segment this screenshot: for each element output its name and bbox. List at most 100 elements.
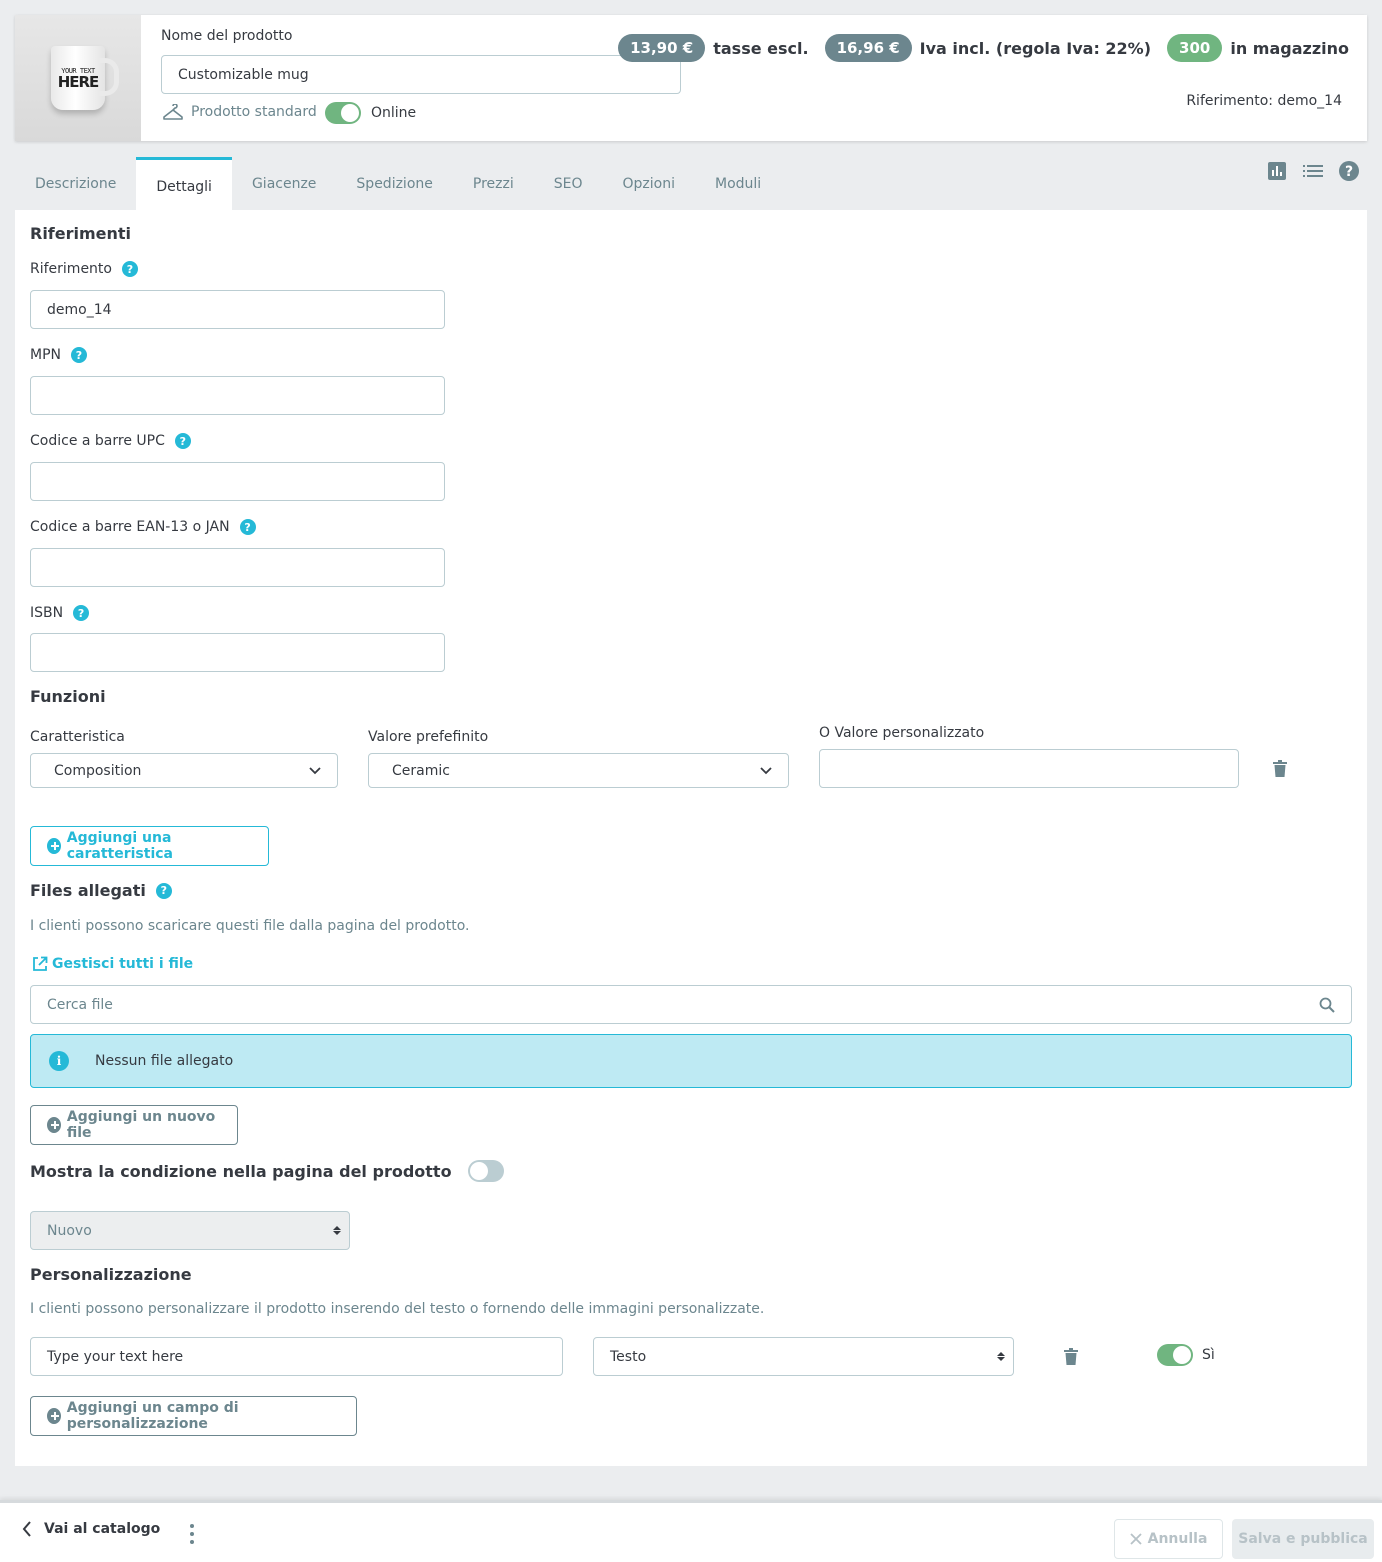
custom-value-input[interactable] — [819, 749, 1239, 788]
mpn-label: MPN — [30, 347, 61, 363]
add-file-label: Aggiungi un nuovo file — [66, 1109, 216, 1141]
upc-input[interactable] — [30, 462, 445, 501]
mpn-input[interactable] — [30, 376, 445, 415]
footer-bar: Vai al catalogo Annulla Salva e pubblica — [0, 1500, 1382, 1562]
help-icon[interactable]: ? — [155, 882, 172, 899]
chevron-left-icon — [22, 1521, 31, 1537]
tab-toolbar: ? — [1266, 160, 1360, 182]
customization-title: Personalizzazione — [30, 1265, 192, 1284]
trash-icon[interactable] — [1273, 760, 1287, 777]
reference-label-row: Riferimento ? — [30, 261, 138, 277]
ean-input[interactable] — [30, 548, 445, 587]
product-name-input[interactable] — [161, 55, 681, 94]
back-label: Vai al catalogo — [44, 1521, 161, 1537]
more-options-icon[interactable] — [186, 1524, 198, 1544]
reference-input[interactable]: demo_14 — [30, 290, 445, 329]
stats-icon[interactable] — [1266, 160, 1288, 182]
manage-files-label: Gestisci tutti i file — [52, 956, 194, 972]
product-type-label: Prodotto standard — [191, 104, 317, 120]
tab-giacenze[interactable]: Giacenze — [232, 157, 336, 210]
required-switch[interactable] — [1157, 1344, 1193, 1366]
back-to-catalog-link[interactable]: Vai al catalogo — [22, 1521, 160, 1537]
online-label: Online — [371, 105, 417, 121]
ean-label: Codice a barre EAN-13 o JAN — [30, 519, 230, 535]
tab-dettagli[interactable]: Dettagli — [136, 157, 232, 210]
condition-title: Mostra la condizione nella pagina del pr… — [30, 1161, 452, 1181]
product-header: YOUR TEXT HERE Nome del prodotto Prodott… — [15, 15, 1367, 141]
files-description: I clienti possono scaricare questi file … — [30, 918, 470, 934]
add-file-button[interactable]: Aggiungi un nuovo file — [30, 1105, 238, 1145]
help-icon[interactable]: ? — [73, 605, 90, 621]
header-reference: Riferimento: demo_14 — [1186, 93, 1342, 109]
mug-text-line2: HERE — [57, 73, 100, 91]
isbn-label: ISBN — [30, 605, 64, 621]
customization-type-value: Testo — [610, 1348, 647, 1365]
save-publish-button[interactable]: Salva e pubblica — [1232, 1519, 1374, 1559]
price-excl-label: tasse escl. — [713, 38, 809, 58]
mpn-label-row: MPN ? — [30, 347, 87, 363]
help-icon[interactable]: ? — [174, 433, 191, 449]
tab-moduli[interactable]: Moduli — [695, 157, 781, 210]
price-incl-badge: 16,96 € — [824, 34, 912, 62]
add-customization-button[interactable]: Aggiungi un campo di personalizzazione — [30, 1396, 357, 1436]
details-panel: Riferimenti Riferimento ? demo_14 MPN ? … — [15, 210, 1367, 1466]
file-search-input[interactable]: Cerca file — [30, 985, 1352, 1024]
cancel-button[interactable]: Annulla — [1114, 1519, 1223, 1559]
stock-badge: 300 — [1167, 34, 1223, 62]
stock-label: in magazzino — [1230, 38, 1349, 58]
isbn-input[interactable] — [30, 633, 445, 672]
cancel-label: Annulla — [1147, 1531, 1208, 1547]
required-label: Sì — [1202, 1347, 1215, 1363]
online-switch[interactable] — [325, 102, 361, 124]
ean-label-row: Codice a barre EAN-13 o JAN ? — [30, 519, 256, 535]
trash-icon[interactable] — [1064, 1348, 1078, 1365]
select-arrows-icon — [997, 1352, 1005, 1361]
tab-descrizione[interactable]: Descrizione — [15, 157, 136, 210]
predefined-value-select[interactable]: Ceramic — [368, 753, 789, 788]
price-summary: 13,90 € tasse escl. 16,96 € Iva incl. (r… — [618, 34, 1349, 62]
plus-circle-icon — [47, 1408, 61, 1424]
tab-spedizione[interactable]: Spedizione — [336, 157, 452, 210]
predefined-value-select-value: Ceramic — [392, 762, 450, 779]
help-icon[interactable]: ? — [71, 347, 87, 363]
feature-label: Caratteristica — [30, 729, 125, 745]
search-icon — [1319, 997, 1335, 1013]
mug-image: YOUR TEXT HERE — [51, 46, 119, 110]
product-type[interactable]: Prodotto standard — [163, 104, 317, 120]
upc-label-row: Codice a barre UPC ? — [30, 433, 191, 449]
product-thumbnail[interactable]: YOUR TEXT HERE — [15, 15, 141, 141]
tab-opzioni[interactable]: Opzioni — [603, 157, 695, 210]
chevron-down-icon — [760, 766, 772, 774]
tab-prezzi[interactable]: Prezzi — [453, 157, 534, 210]
price-incl-label: Iva incl. (regola Iva: 22%) — [919, 38, 1152, 58]
customization-field-input[interactable]: Type your text here — [30, 1337, 563, 1376]
references-title: Riferimenti — [30, 224, 132, 243]
add-feature-button[interactable]: Aggiungi una caratteristica — [30, 826, 269, 866]
feature-select[interactable]: Composition — [30, 753, 338, 788]
features-title: Funzioni — [30, 687, 106, 706]
required-toggle-group: Sì — [1157, 1344, 1215, 1366]
upc-label: Codice a barre UPC — [30, 433, 165, 449]
no-files-alert: i Nessun file allegato — [30, 1034, 1352, 1088]
files-title: Files allegati — [30, 881, 146, 900]
condition-select-value: Nuovo — [47, 1222, 92, 1239]
info-icon: i — [49, 1051, 69, 1071]
manage-files-link[interactable]: Gestisci tutti i file — [32, 956, 193, 972]
condition-row: Mostra la condizione nella pagina del pr… — [30, 1160, 504, 1182]
svg-text:?: ? — [1345, 164, 1353, 180]
help-icon[interactable]: ? — [1338, 160, 1360, 182]
product-name-label: Nome del prodotto — [161, 28, 293, 44]
hanger-icon — [163, 104, 183, 120]
condition-select[interactable]: Nuovo — [30, 1211, 350, 1250]
help-icon[interactable]: ? — [121, 261, 138, 277]
condition-switch[interactable] — [467, 1160, 504, 1182]
customization-type-select[interactable]: Testo — [593, 1337, 1014, 1376]
help-icon[interactable]: ? — [239, 519, 256, 535]
no-files-text: Nessun file allegato — [95, 1053, 234, 1069]
close-icon — [1129, 1533, 1142, 1545]
online-toggle-group: Online — [325, 102, 416, 124]
list-icon[interactable] — [1302, 160, 1324, 182]
file-search-placeholder: Cerca file — [47, 996, 113, 1013]
product-tabs: Descrizione Dettagli Giacenze Spedizione… — [15, 157, 781, 210]
tab-seo[interactable]: SEO — [534, 157, 603, 210]
